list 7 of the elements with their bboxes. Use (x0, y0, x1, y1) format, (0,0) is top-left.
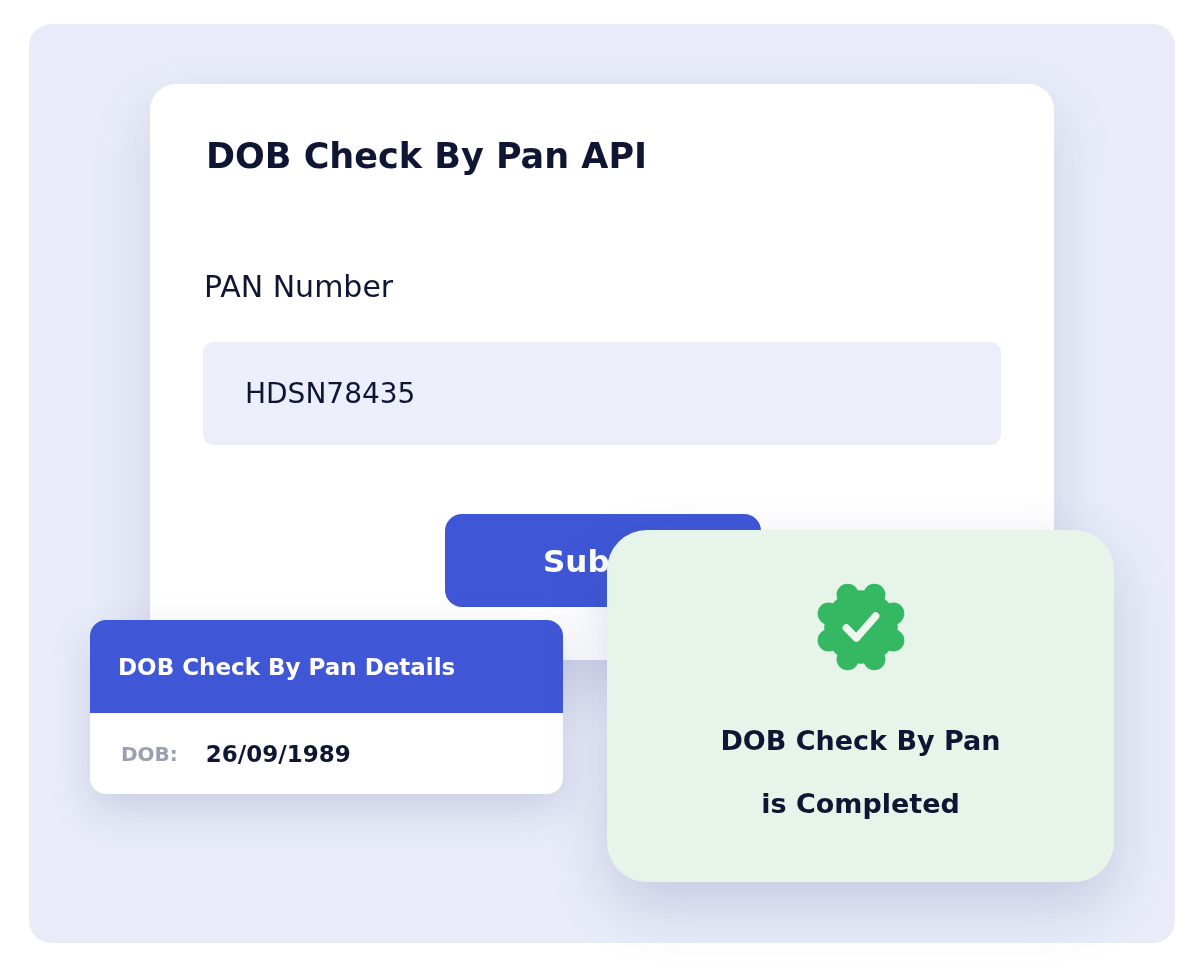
field-label: PAN Number (204, 269, 394, 305)
details-title: DOB Check By Pan Details (118, 653, 456, 680)
pan-number-input[interactable]: HDSN78435 (203, 342, 1001, 445)
detail-label: DOB: (121, 741, 178, 766)
form-title: DOB Check By Pan API (206, 135, 648, 178)
detail-value: 26/09/1989 (205, 740, 351, 767)
success-message: DOB Check By Pan is Completed (720, 724, 1001, 821)
